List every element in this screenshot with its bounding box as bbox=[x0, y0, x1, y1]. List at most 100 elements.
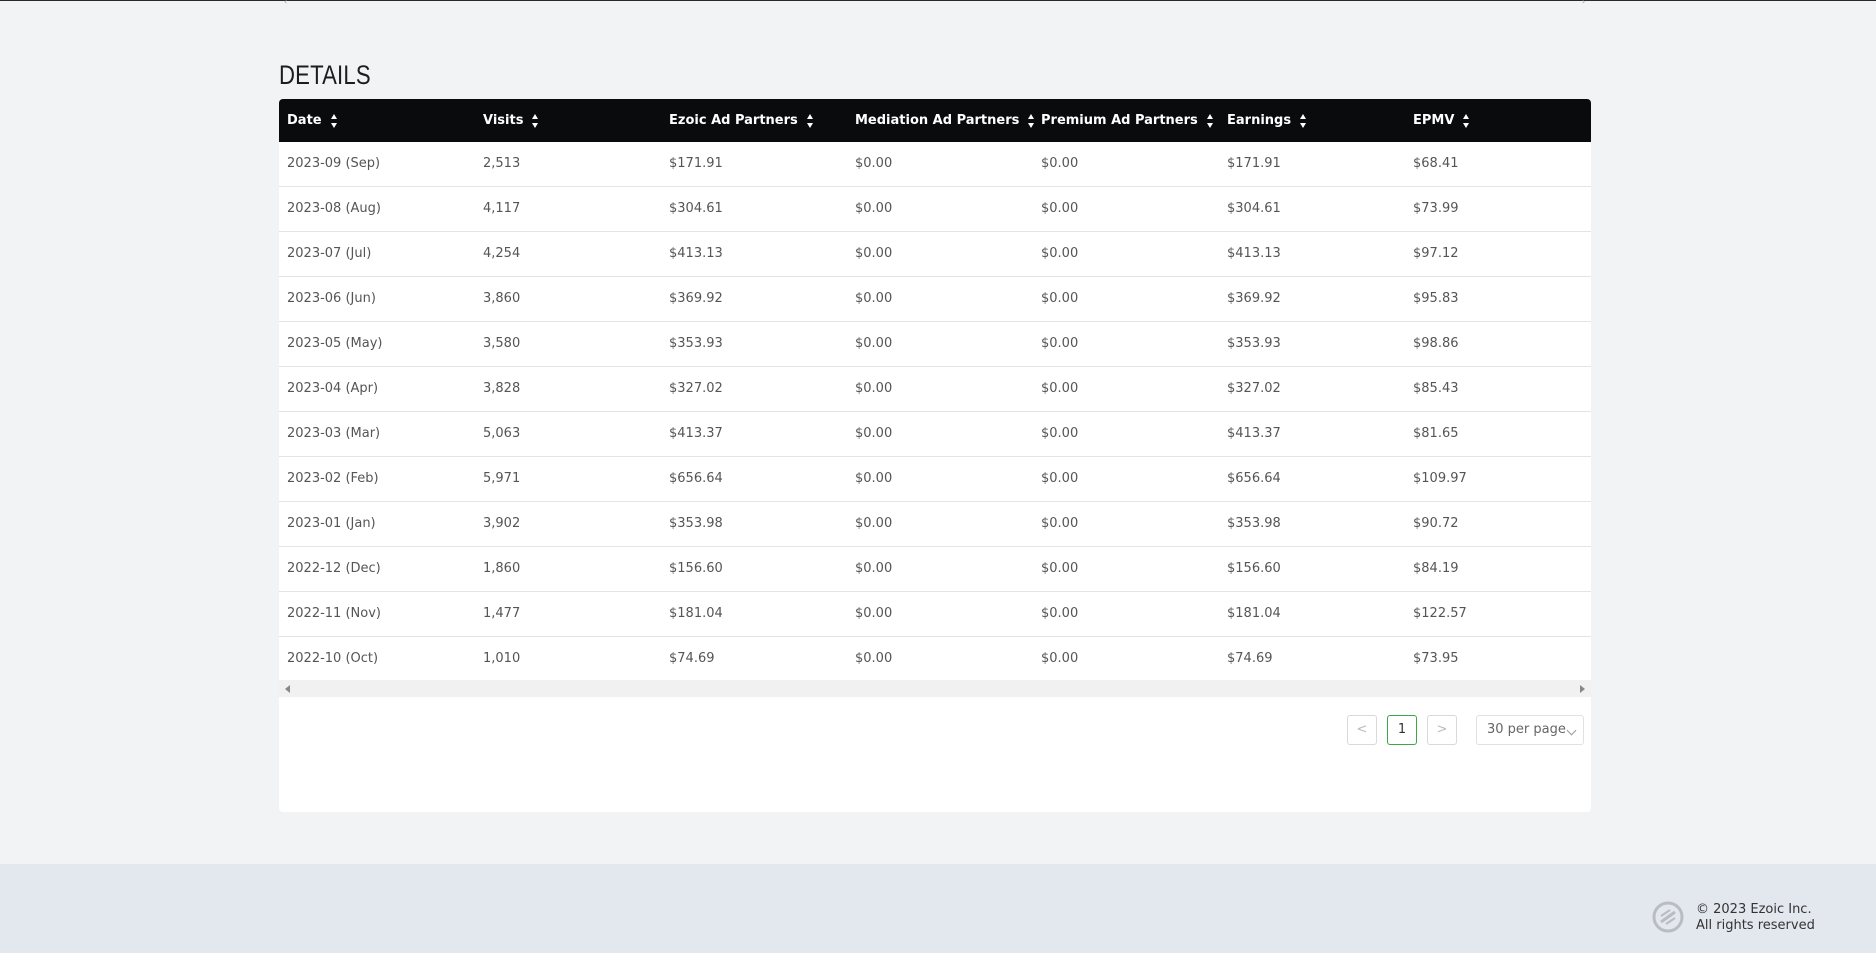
scroll-left-arrow-icon[interactable] bbox=[285, 685, 290, 693]
sort-icon[interactable] bbox=[1027, 113, 1036, 129]
column-header-mediation-ad-partners[interactable]: Mediation Ad Partners bbox=[855, 99, 1036, 142]
column-header-label: Mediation Ad Partners bbox=[855, 113, 1020, 128]
cell-mediation-ad-partners: $0.00 bbox=[855, 561, 893, 576]
cell-ezoic-ad-partners: $413.37 bbox=[669, 426, 723, 441]
cell-earnings: $413.13 bbox=[1227, 246, 1281, 261]
cell-premium-ad-partners: $0.00 bbox=[1041, 246, 1079, 261]
cell-premium-ad-partners: $0.00 bbox=[1041, 471, 1079, 486]
cell-earnings: $353.98 bbox=[1227, 516, 1281, 531]
column-header-premium-ad-partners[interactable]: Premium Ad Partners bbox=[1041, 99, 1215, 142]
footer: © 2023 Ezoic Inc. All rights reserved bbox=[0, 864, 1876, 953]
cell-earnings: $181.04 bbox=[1227, 606, 1281, 621]
cell-visits: 1,860 bbox=[483, 561, 521, 576]
cell-mediation-ad-partners: $0.00 bbox=[855, 336, 893, 351]
cell-epmv: $97.12 bbox=[1413, 246, 1459, 261]
cell-visits: 5,063 bbox=[483, 426, 521, 441]
cell-epmv: $122.57 bbox=[1413, 606, 1467, 621]
cell-date: 2023-05 (May) bbox=[287, 336, 383, 351]
cell-epmv: $73.95 bbox=[1413, 651, 1459, 666]
cell-ezoic-ad-partners: $413.13 bbox=[669, 246, 723, 261]
cell-premium-ad-partners: $0.00 bbox=[1041, 606, 1079, 621]
cell-epmv: $73.99 bbox=[1413, 201, 1459, 216]
cell-visits: 2,513 bbox=[483, 156, 521, 171]
column-header-earnings[interactable]: Earnings bbox=[1227, 99, 1308, 142]
cell-mediation-ad-partners: $0.00 bbox=[855, 471, 893, 486]
cell-date: 2023-08 (Aug) bbox=[287, 201, 381, 216]
cell-ezoic-ad-partners: $181.04 bbox=[669, 606, 723, 621]
cell-epmv: $68.41 bbox=[1413, 156, 1459, 171]
column-header-visits[interactable]: Visits bbox=[483, 99, 540, 142]
scroll-left-icon: ‹ bbox=[284, 0, 288, 6]
table-row: 2023-01 (Jan) 3,902 $353.98 $0.00 $0.00 $353.… bbox=[279, 502, 1591, 547]
sort-icon[interactable] bbox=[1462, 113, 1471, 129]
cell-ezoic-ad-partners: $74.69 bbox=[669, 651, 715, 666]
cell-ezoic-ad-partners: $656.64 bbox=[669, 471, 723, 486]
cell-earnings: $171.91 bbox=[1227, 156, 1281, 171]
page-1-button[interactable]: 1 bbox=[1387, 715, 1417, 745]
cell-premium-ad-partners: $0.00 bbox=[1041, 651, 1079, 666]
scroll-right-arrow-icon[interactable] bbox=[1580, 685, 1585, 693]
horizontal-scrollbar[interactable] bbox=[279, 680, 1591, 697]
cell-visits: 4,117 bbox=[483, 201, 521, 216]
cell-ezoic-ad-partners: $156.60 bbox=[669, 561, 723, 576]
table-row: 2023-06 (Jun) 3,860 $369.92 $0.00 $0.00 $369.… bbox=[279, 277, 1591, 322]
cell-earnings: $304.61 bbox=[1227, 201, 1281, 216]
cell-epmv: $81.65 bbox=[1413, 426, 1459, 441]
cell-visits: 4,254 bbox=[483, 246, 521, 261]
cell-date: 2023-07 (Jul) bbox=[287, 246, 372, 261]
column-header-date[interactable]: Date bbox=[287, 99, 339, 142]
cell-earnings: $353.93 bbox=[1227, 336, 1281, 351]
table-row: 2022-11 (Nov) 1,477 $181.04 $0.00 $0.00 $181.… bbox=[279, 592, 1591, 637]
cell-date: 2023-09 (Sep) bbox=[287, 156, 381, 171]
table-row: 2023-07 (Jul) 4,254 $413.13 $0.00 $0.00 $413.… bbox=[279, 232, 1591, 277]
cell-mediation-ad-partners: $0.00 bbox=[855, 606, 893, 621]
column-header-label: Date bbox=[287, 113, 322, 128]
cell-date: 2023-03 (Mar) bbox=[287, 426, 381, 441]
cell-ezoic-ad-partners: $369.92 bbox=[669, 291, 723, 306]
cell-ezoic-ad-partners: $327.02 bbox=[669, 381, 723, 396]
cell-premium-ad-partners: $0.00 bbox=[1041, 381, 1079, 396]
footer-text: © 2023 Ezoic Inc. All rights reserved bbox=[1696, 902, 1815, 934]
cell-earnings: $327.02 bbox=[1227, 381, 1281, 396]
cell-date: 2022-12 (Dec) bbox=[287, 561, 381, 576]
table-row: 2023-05 (May) 3,580 $353.93 $0.00 $0.00 $353.… bbox=[279, 322, 1591, 367]
prev-page-button[interactable]: < bbox=[1347, 715, 1377, 745]
column-header-epmv[interactable]: EPMV bbox=[1413, 99, 1471, 142]
cell-visits: 3,860 bbox=[483, 291, 521, 306]
cell-visits: 1,477 bbox=[483, 606, 521, 621]
cell-epmv: $109.97 bbox=[1413, 471, 1467, 486]
next-page-button[interactable]: > bbox=[1427, 715, 1457, 745]
cell-earnings: $156.60 bbox=[1227, 561, 1281, 576]
copyright-text: © 2023 Ezoic Inc. bbox=[1696, 902, 1812, 917]
table-row: 2023-04 (Apr) 3,828 $327.02 $0.00 $0.00 $327.… bbox=[279, 367, 1591, 412]
rights-text: All rights reserved bbox=[1696, 918, 1815, 933]
table-row: 2022-10 (Oct) 1,010 $74.69 $0.00 $0.00 $74.69… bbox=[279, 637, 1591, 681]
cell-mediation-ad-partners: $0.00 bbox=[855, 516, 893, 531]
sort-icon[interactable] bbox=[531, 113, 540, 129]
cell-date: 2022-11 (Nov) bbox=[287, 606, 381, 621]
column-header-label: Premium Ad Partners bbox=[1041, 113, 1198, 128]
sort-icon[interactable] bbox=[1299, 113, 1308, 129]
cell-mediation-ad-partners: $0.00 bbox=[855, 246, 893, 261]
cell-ezoic-ad-partners: $353.98 bbox=[669, 516, 723, 531]
cell-visits: 1,010 bbox=[483, 651, 521, 666]
cell-epmv: $90.72 bbox=[1413, 516, 1459, 531]
cell-premium-ad-partners: $0.00 bbox=[1041, 426, 1079, 441]
cell-date: 2023-04 (Apr) bbox=[287, 381, 379, 396]
column-header-ezoic-ad-partners[interactable]: Ezoic Ad Partners bbox=[669, 99, 815, 142]
cell-earnings: $413.37 bbox=[1227, 426, 1281, 441]
cell-premium-ad-partners: $0.00 bbox=[1041, 156, 1079, 171]
cell-visits: 5,971 bbox=[483, 471, 521, 486]
cell-mediation-ad-partners: $0.00 bbox=[855, 651, 893, 666]
sort-icon[interactable] bbox=[806, 113, 815, 129]
table-header: Date Visits Ezoic Ad Partners Mediation Ad … bbox=[279, 99, 1591, 142]
section-title: DETAILS bbox=[279, 60, 371, 91]
column-header-label: Earnings bbox=[1227, 113, 1292, 128]
table-row: 2023-08 (Aug) 4,117 $304.61 $0.00 $0.00 $304.… bbox=[279, 187, 1591, 232]
cell-visits: 3,902 bbox=[483, 516, 521, 531]
sort-icon[interactable] bbox=[330, 113, 339, 129]
cell-mediation-ad-partners: $0.00 bbox=[855, 426, 893, 441]
sort-icon[interactable] bbox=[1206, 113, 1215, 129]
per-page-select[interactable]: 30 per page bbox=[1476, 715, 1584, 745]
cell-epmv: $84.19 bbox=[1413, 561, 1459, 576]
